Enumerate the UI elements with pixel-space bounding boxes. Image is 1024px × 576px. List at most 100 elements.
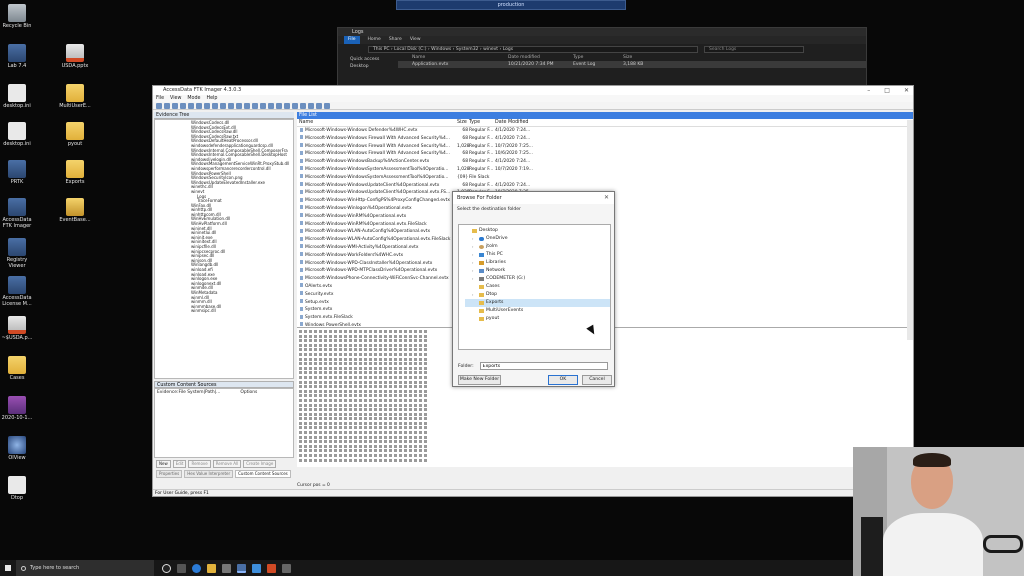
make-new-folder-button[interactable]: Make New Folder	[458, 375, 501, 385]
powerpoint-icon[interactable]	[267, 563, 276, 573]
toolbar-button-icon[interactable]	[300, 103, 306, 109]
desktop-icon[interactable]: Exports	[58, 160, 92, 186]
ribbon-tab-file[interactable]: File	[344, 36, 360, 44]
desktop-icon[interactable]: desktop.ini	[0, 122, 34, 148]
desktop-icon[interactable]: MultiUserE...	[58, 84, 92, 110]
toolbar-button-icon[interactable]	[284, 103, 290, 109]
tab-properties[interactable]: Properties	[156, 470, 183, 478]
column-date-modified[interactable]: Date Modified	[495, 119, 555, 126]
close-icon[interactable]: ✕	[604, 192, 609, 204]
table-row[interactable]: Application.evtx 10/21/2020 7:34 PM Even…	[398, 61, 866, 68]
folder-tree-item[interactable]: › CODEMETER (G:)	[465, 275, 610, 283]
folder-tree-item[interactable]: › This PC	[465, 251, 610, 259]
column-date[interactable]: Date modified	[508, 54, 573, 61]
folder-tree-item[interactable]: › Dtop	[465, 291, 610, 299]
browse-for-folder-dialog[interactable]: Browse For Folder ✕ Select the destinati…	[452, 191, 615, 387]
toolbar-button-icon[interactable]	[164, 103, 170, 109]
minimize-icon[interactable]: –	[867, 86, 870, 95]
file-list-scrollbar[interactable]	[907, 120, 913, 340]
ribbon-tab-view[interactable]: View	[410, 36, 421, 44]
folder-input[interactable]	[479, 362, 608, 370]
desktop-icon[interactable]: USDA.pptx	[58, 44, 92, 70]
table-row[interactable]: Microsoft-Windows-WindowsUpdateClient%4O…	[297, 182, 913, 190]
maximize-icon[interactable]: □	[884, 86, 890, 95]
table-row[interactable]: Microsoft-Windows-Windows Firewall With …	[297, 143, 913, 151]
expand-arrow-icon[interactable]: ›	[472, 259, 477, 267]
toolbar-button-icon[interactable]	[260, 103, 266, 109]
menu-view[interactable]: View	[170, 95, 181, 102]
expand-arrow-icon[interactable]: ›	[472, 243, 477, 251]
toolbar-button-icon[interactable]	[220, 103, 226, 109]
table-row[interactable]: Microsoft-Windows-WindowsSystemAssessmen…	[297, 174, 913, 182]
ribbon-tab-home[interactable]: Home	[368, 36, 381, 44]
new-button[interactable]: New	[156, 460, 171, 468]
remote-session-bar[interactable]: production	[396, 0, 626, 10]
table-row[interactable]: Microsoft-Windows-Windows Defender%4WHC.…	[297, 127, 913, 135]
desktop-icon[interactable]: Dtop	[0, 476, 34, 502]
toolbar-button-icon[interactable]	[268, 103, 274, 109]
custom-sources-list[interactable]: Evidence:File System|Path|... Options	[154, 388, 294, 458]
toolbar-button-icon[interactable]	[180, 103, 186, 109]
cancel-button[interactable]: Cancel	[582, 375, 612, 385]
desktop-icon[interactable]: Recycle Bin	[0, 4, 34, 30]
remote-desktop-icon[interactable]	[252, 563, 261, 573]
desktop-icon[interactable]: OIView	[0, 436, 34, 462]
folder-tree-item[interactable]: MultiUserEvents	[465, 307, 610, 315]
toolbar-button-icon[interactable]	[196, 103, 202, 109]
toolbar-button-icon[interactable]	[212, 103, 218, 109]
create-image-button[interactable]: Create Image	[243, 460, 277, 468]
desktop-icon[interactable]: pyout	[58, 122, 92, 148]
tab-hex-value-interpreter[interactable]: Hex Value Interpreter	[184, 470, 234, 478]
edit-button[interactable]: Edit	[172, 460, 187, 468]
remove-button[interactable]: Remove	[188, 460, 211, 468]
toolbar-button-icon[interactable]	[252, 103, 258, 109]
desktop-icon[interactable]: AccessData License M...	[0, 276, 34, 307]
desktop-icon[interactable]: 2020-10-1...	[0, 396, 34, 422]
tab-custom-content-sources[interactable]: Custom Content Sources	[235, 470, 291, 478]
taskbar-search-box[interactable]: Type here to search	[16, 560, 154, 576]
table-row[interactable]: Microsoft-Windows-Windows Firewall With …	[297, 150, 913, 158]
expand-arrow-icon[interactable]: ›	[472, 235, 477, 243]
toolbar-button-icon[interactable]	[292, 103, 298, 109]
ftk-taskbar-icon[interactable]	[237, 563, 246, 573]
cortana-icon[interactable]	[162, 563, 171, 573]
explorer-search-input[interactable]: Search Logs	[704, 45, 804, 53]
edge-icon[interactable]	[192, 563, 201, 573]
evidence-tree[interactable]: WindowsCodecs.dll WindowsCodecsExt.dll Win…	[154, 119, 294, 379]
close-icon[interactable]: ✕	[904, 86, 909, 95]
nav-item-quick-access[interactable]: Quick access	[350, 56, 398, 63]
start-button[interactable]	[0, 560, 16, 576]
desktop-icon[interactable]: ~$USDA.p...	[0, 316, 34, 342]
toolbar-button-icon[interactable]	[228, 103, 234, 109]
toolbar-button-icon[interactable]	[276, 103, 282, 109]
table-row[interactable]: Microsoft-Windows-WindowsSystemAssessmen…	[297, 166, 913, 174]
folder-tree-item[interactable]: › Libraries	[465, 259, 610, 267]
expand-arrow-icon[interactable]: ›	[472, 291, 477, 299]
desktop-icon[interactable]: Cases	[0, 356, 34, 382]
address-bar[interactable]: This PC › Local Disk (C:) › Windows › Sy…	[368, 45, 698, 53]
toolbar-button-icon[interactable]	[188, 103, 194, 109]
folder-tree-item[interactable]: › jtolm	[465, 243, 610, 251]
folder-tree-item[interactable]: pyout	[465, 315, 610, 323]
menu-file[interactable]: File	[156, 95, 164, 102]
toolbar-button-icon[interactable]	[308, 103, 314, 109]
desktop-icon[interactable]: AccessData FTK Imager	[0, 198, 34, 229]
desktop-icon[interactable]: EventBase...	[58, 198, 92, 224]
remove-all-button[interactable]: Remove All	[212, 460, 242, 468]
desktop-icon[interactable]: Lab 7.4	[0, 44, 34, 70]
desktop-icon[interactable]: desktop.ini	[0, 84, 34, 110]
folder-tree-item[interactable]: › Network	[465, 267, 610, 275]
table-row[interactable]: Microsoft-Windows-WindowsBackup%4ActionC…	[297, 158, 913, 166]
app-taskbar-icon[interactable]	[282, 563, 291, 573]
folder-tree-item[interactable]: Cases	[465, 283, 610, 291]
store-icon[interactable]	[222, 563, 231, 573]
folder-tree-item[interactable]: › OneDrive	[465, 235, 610, 243]
expand-arrow-icon[interactable]: ›	[472, 251, 477, 259]
column-type[interactable]: Type	[573, 54, 623, 61]
table-row[interactable]: Microsoft-Windows-Windows Firewall With …	[297, 135, 913, 143]
column-name[interactable]: Name	[297, 119, 457, 126]
folder-tree-item[interactable]: Desktop	[465, 227, 610, 235]
toolbar-button-icon[interactable]	[172, 103, 178, 109]
expand-arrow-icon[interactable]: ›	[472, 275, 477, 283]
column-name[interactable]: Name	[398, 54, 508, 61]
